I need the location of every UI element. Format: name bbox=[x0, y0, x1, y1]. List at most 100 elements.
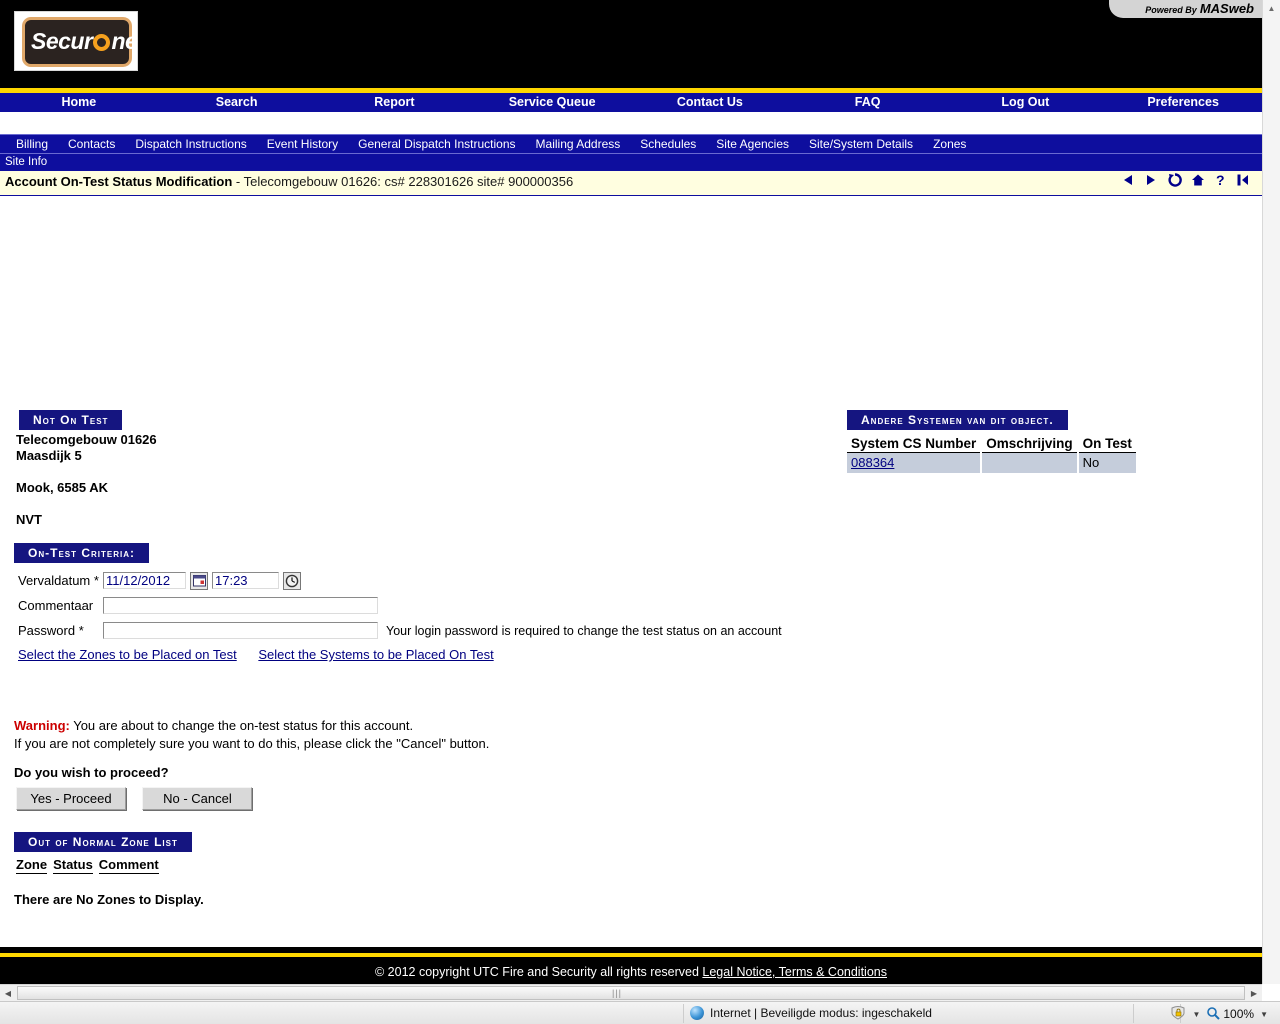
page-viewport: Secur ne Powered By MASweb Home Search Re… bbox=[0, 0, 1262, 984]
account-name: Telecomgebouw 01626 bbox=[16, 432, 157, 447]
security-zone-status[interactable]: Internet | Beveiligde modus: ingeschakel… bbox=[690, 1006, 932, 1020]
cs-number-link[interactable]: 088364 bbox=[851, 455, 894, 470]
comment-column-header: Comment bbox=[98, 857, 159, 874]
cell-on-test: No bbox=[1078, 452, 1136, 473]
logo-text-last: ne bbox=[111, 28, 138, 54]
browser-window: Secur ne Powered By MASweb Home Search Re… bbox=[0, 0, 1280, 1024]
legal-notice-link[interactable]: Legal Notice, Terms & Conditions bbox=[702, 965, 887, 979]
zoom-magnifier-icon bbox=[1206, 1006, 1221, 1023]
nav-item-home[interactable]: Home bbox=[0, 93, 158, 112]
site-header: Secur ne Powered By MASweb bbox=[0, 0, 1262, 88]
nav-item-report[interactable]: Report bbox=[316, 93, 474, 112]
account-city-zip: Mook, 6585 AK bbox=[16, 480, 108, 495]
nav-item-service-queue[interactable]: Service Queue bbox=[473, 93, 631, 112]
selection-links: Select the Zones to be Placed on Test Se… bbox=[18, 647, 512, 662]
subnav-item-billing[interactable]: Billing bbox=[6, 135, 58, 153]
no-cancel-button[interactable]: No - Cancel bbox=[142, 787, 253, 810]
page-title: Account On-Test Status Modification - Te… bbox=[5, 174, 573, 189]
select-zones-link[interactable]: Select the Zones to be Placed on Test bbox=[18, 647, 237, 662]
privacy-lock-icon[interactable] bbox=[1170, 1005, 1186, 1023]
home-icon[interactable] bbox=[1190, 173, 1206, 192]
comment-input[interactable] bbox=[103, 597, 378, 614]
warning-text-2: If you are not completely sure you want … bbox=[14, 736, 490, 751]
account-street: Maasdijk 5 bbox=[16, 448, 82, 463]
zone-list-empty-message: There are No Zones to Display. bbox=[14, 892, 204, 907]
proceed-question: Do you wish to proceed? bbox=[14, 765, 169, 780]
horizontal-scrollbar[interactable]: ◀ ▶ bbox=[0, 984, 1262, 1002]
nav-item-preferences[interactable]: Preferences bbox=[1104, 93, 1262, 112]
svg-text:?: ? bbox=[1216, 173, 1226, 187]
nav-item-faq[interactable]: FAQ bbox=[789, 93, 947, 112]
help-icon[interactable]: ? bbox=[1214, 172, 1228, 192]
subnav-item-dispatch-instructions[interactable]: Dispatch Instructions bbox=[125, 135, 256, 153]
subnav-item-site-system-details[interactable]: Site/System Details bbox=[799, 135, 923, 153]
page-title-detail: - Telecomgebouw 01626: cs# 228301626 sit… bbox=[232, 174, 574, 189]
zoom-dropdown-icon[interactable]: ▼ bbox=[1260, 1010, 1268, 1019]
copyright-text: © 2012 copyright UTC Fire and Security a… bbox=[374, 965, 699, 979]
select-systems-link[interactable]: Select the Systems to be Placed On Test bbox=[258, 647, 493, 662]
nav-item-contact-us[interactable]: Contact Us bbox=[631, 93, 789, 112]
masweb-label: MASweb bbox=[1199, 1, 1254, 16]
privacy-dropdown-icon[interactable]: ▼ bbox=[1192, 1010, 1200, 1019]
on-test-status-badge: Not On Test bbox=[19, 410, 123, 430]
status-separator-2 bbox=[1133, 1004, 1134, 1023]
logo-wordmark: Secur ne bbox=[31, 28, 138, 54]
scroll-left-icon[interactable]: ◀ bbox=[0, 986, 16, 1000]
comment-row: Commentaar bbox=[18, 593, 782, 618]
scroll-up-icon[interactable]: ▲ bbox=[1263, 0, 1280, 17]
status-right-group: ▼ 100% ▼ bbox=[1170, 1005, 1274, 1023]
cell-cs-number: 088364 bbox=[847, 452, 981, 473]
calendar-icon[interactable] bbox=[190, 571, 208, 590]
logo-o-icon bbox=[93, 34, 111, 51]
refresh-icon[interactable] bbox=[1167, 173, 1183, 192]
horizontal-scroll-thumb[interactable] bbox=[17, 986, 1245, 1000]
out-of-normal-zone-list-label: Out of Normal Zone List bbox=[14, 832, 192, 852]
back-icon[interactable] bbox=[1120, 173, 1136, 192]
expiry-label: Vervaldatum * bbox=[18, 573, 99, 588]
password-hint: Your login password is required to chang… bbox=[386, 623, 782, 638]
nav-item-log-out[interactable]: Log Out bbox=[947, 93, 1105, 112]
confirm-buttons: Yes - Proceed No - Cancel bbox=[16, 787, 264, 810]
yes-proceed-button[interactable]: Yes - Proceed bbox=[16, 787, 126, 810]
other-systems-label: Andere Systemen van dit object. bbox=[847, 410, 1068, 430]
scroll-right-icon[interactable]: ▶ bbox=[1246, 986, 1262, 1000]
nav-item-search[interactable]: Search bbox=[158, 93, 316, 112]
zoom-control[interactable]: 100% bbox=[1206, 1006, 1254, 1023]
vertical-scrollbar[interactable]: ▲ bbox=[1262, 0, 1280, 984]
securone-logo[interactable]: Secur ne bbox=[14, 11, 138, 71]
comment-label: Commentaar bbox=[18, 598, 94, 613]
subnav-item-schedules[interactable]: Schedules bbox=[630, 135, 706, 153]
warning-line-1: Warning: You are about to change the on-… bbox=[14, 717, 489, 735]
subnav-item-mailing-address[interactable]: Mailing Address bbox=[526, 135, 631, 153]
table-header-row: System CS Number Omschrijving On Test bbox=[847, 434, 1136, 453]
account-extra-line: NVT bbox=[16, 512, 42, 527]
on-test-criteria-form: Vervaldatum * 11/12/2012 17:23 Commentaa… bbox=[18, 568, 782, 643]
site-footer: © 2012 copyright UTC Fire and Security a… bbox=[0, 947, 1262, 984]
exit-icon[interactable] bbox=[1235, 173, 1251, 192]
sub-navigation-items: Billing Contacts Dispatch Instructions E… bbox=[0, 135, 1262, 153]
page-content: Not On Test Telecomgebouw 01626 Maasdijk… bbox=[0, 196, 1262, 966]
internet-globe-icon bbox=[690, 1006, 704, 1020]
logo-plate: Secur ne bbox=[22, 17, 138, 67]
powered-by-label: Powered By bbox=[1145, 5, 1197, 15]
status-separator-1 bbox=[683, 1004, 684, 1023]
subnav-item-zones[interactable]: Zones bbox=[923, 135, 976, 153]
footer-bar: © 2012 copyright UTC Fire and Security a… bbox=[0, 960, 1262, 984]
subnav-item-contacts[interactable]: Contacts bbox=[58, 135, 125, 153]
subnav-item-general-dispatch-instructions[interactable]: General Dispatch Instructions bbox=[348, 135, 525, 153]
subnav-item-event-history[interactable]: Event History bbox=[257, 135, 348, 153]
password-input[interactable] bbox=[103, 622, 378, 639]
expiry-time-input[interactable] bbox=[212, 572, 279, 589]
site-info-tab[interactable]: Site Info bbox=[0, 154, 1262, 170]
expiry-date-input[interactable] bbox=[103, 572, 186, 589]
clock-icon[interactable] bbox=[283, 571, 301, 590]
zone-column-header: Zone bbox=[16, 857, 48, 874]
subnav-item-site-agencies[interactable]: Site Agencies bbox=[706, 135, 799, 153]
on-test-criteria-header: On-Test Criteria: bbox=[14, 543, 149, 563]
status-column-header: Status bbox=[53, 857, 93, 874]
forward-icon[interactable] bbox=[1143, 173, 1159, 192]
expiry-row: Vervaldatum * bbox=[18, 568, 782, 593]
scroll-grip-icon: ||| bbox=[612, 988, 623, 998]
other-systems-table: System CS Number Omschrijving On Test 08… bbox=[847, 434, 1136, 473]
zone-list-column-headers: Zone Status Comment bbox=[16, 857, 165, 874]
